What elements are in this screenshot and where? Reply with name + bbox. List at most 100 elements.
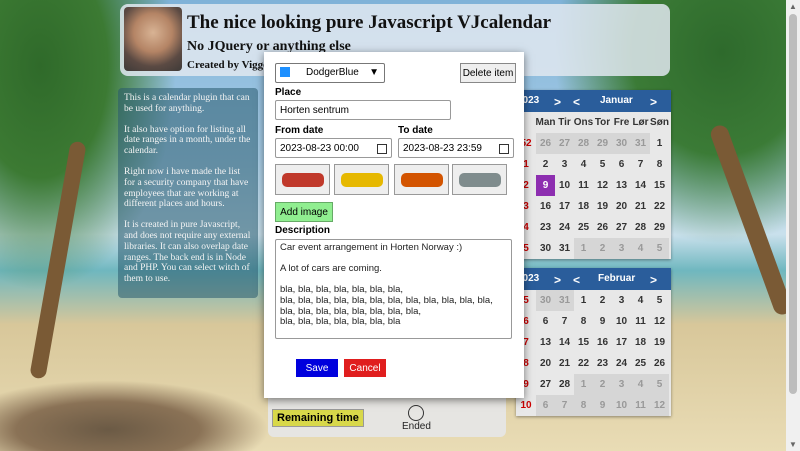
calendar-day[interactable]: 2	[593, 290, 612, 311]
calendar-day[interactable]: 4	[574, 154, 593, 175]
calendar-day[interactable]: 31	[555, 290, 574, 311]
color-select[interactable]: DodgerBlue ▼	[275, 63, 385, 83]
calendar-day[interactable]: 16	[536, 196, 555, 217]
calendar-day[interactable]: 30	[612, 133, 631, 154]
calendar-day[interactable]: 6	[536, 395, 555, 416]
car-image-thumbnail[interactable]	[275, 164, 330, 195]
delete-item-button[interactable]: Delete item	[460, 63, 516, 83]
calendar-day[interactable]: 29	[650, 217, 669, 238]
calendar-day[interactable]: 18	[574, 196, 593, 217]
next-year-button[interactable]: >	[554, 95, 561, 109]
calendar-day[interactable]: 27	[612, 217, 631, 238]
calendar-day[interactable]: 1	[574, 290, 593, 311]
calendar-day[interactable]: 28	[574, 133, 593, 154]
calendar-day[interactable]: 25	[631, 353, 650, 374]
prev-month-button[interactable]: <	[573, 95, 580, 109]
cancel-button[interactable]: Cancel	[344, 359, 386, 377]
calendar-day[interactable]: 12	[650, 311, 669, 332]
calendar-day[interactable]: 10	[612, 311, 631, 332]
calendar-day[interactable]: 10	[612, 395, 631, 416]
calendar-day[interactable]: 1	[574, 238, 593, 259]
calendar-day[interactable]: 12	[650, 395, 669, 416]
calendar-day[interactable]: 15	[650, 175, 669, 196]
calendar-day[interactable]: 30	[536, 290, 555, 311]
calendar-day[interactable]: 5	[650, 374, 669, 395]
calendar-day[interactable]: 18	[631, 332, 650, 353]
calendar-icon[interactable]	[377, 144, 387, 154]
calendar-day[interactable]: 15	[574, 332, 593, 353]
calendar-day[interactable]: 20	[612, 196, 631, 217]
calendar-day[interactable]: 4	[631, 238, 650, 259]
prev-month-button[interactable]: <	[573, 273, 580, 287]
calendar-day[interactable]: 11	[574, 175, 593, 196]
calendar-day[interactable]: 4	[631, 290, 650, 311]
calendar-day[interactable]: 20	[536, 353, 555, 374]
calendar-day[interactable]: 17	[612, 332, 631, 353]
calendar-day[interactable]: 13	[536, 332, 555, 353]
calendar-day[interactable]: 26	[650, 353, 669, 374]
calendar-day[interactable]: 29	[593, 133, 612, 154]
calendar-day[interactable]: 4	[631, 374, 650, 395]
calendar-day[interactable]: 21	[555, 353, 574, 374]
calendar-day[interactable]: 8	[650, 154, 669, 175]
car-image-thumbnail[interactable]	[334, 164, 389, 195]
save-button[interactable]: Save	[296, 359, 338, 377]
calendar-day[interactable]: 5	[593, 154, 612, 175]
calendar-day[interactable]: 19	[593, 196, 612, 217]
calendar-day[interactable]: 27	[555, 133, 574, 154]
calendar-day[interactable]: 7	[555, 311, 574, 332]
car-image-thumbnail[interactable]	[394, 164, 449, 195]
place-input[interactable]: Horten sentrum	[275, 100, 451, 120]
calendar-day[interactable]: 17	[555, 196, 574, 217]
from-date-input[interactable]: 2023-08-23 00:00	[275, 138, 392, 158]
calendar-icon[interactable]	[499, 144, 509, 154]
calendar-day[interactable]: 5	[650, 290, 669, 311]
calendar-day[interactable]: 25	[574, 217, 593, 238]
calendar-day[interactable]: 5	[650, 238, 669, 259]
calendar-day[interactable]: 6	[536, 311, 555, 332]
calendar-day[interactable]: 31	[631, 133, 650, 154]
calendar-day[interactable]: 21	[631, 196, 650, 217]
calendar-day[interactable]: 12	[593, 175, 612, 196]
calendar-day[interactable]: 26	[593, 217, 612, 238]
calendar-day[interactable]: 6	[612, 154, 631, 175]
calendar-day[interactable]: 3	[612, 290, 631, 311]
calendar-day[interactable]: 23	[536, 217, 555, 238]
add-image-button[interactable]: Add image	[275, 202, 333, 222]
calendar-day[interactable]: 26	[536, 133, 555, 154]
scroll-down-icon[interactable]: ▼	[789, 440, 797, 449]
calendar-day[interactable]: 31	[555, 238, 574, 259]
calendar-day[interactable]: 10	[555, 175, 574, 196]
calendar-day[interactable]: 1	[650, 133, 669, 154]
calendar-day[interactable]: 1	[574, 374, 593, 395]
calendar-day[interactable]: 9	[593, 395, 612, 416]
page-scrollbar[interactable]: ▲ ▼	[786, 0, 800, 451]
calendar-day[interactable]: 3	[612, 374, 631, 395]
calendar-day[interactable]: 2	[536, 154, 555, 175]
calendar-day[interactable]: 8	[574, 311, 593, 332]
calendar-day[interactable]: 22	[574, 353, 593, 374]
next-month-button[interactable]: >	[650, 95, 657, 109]
calendar-day[interactable]: 11	[631, 395, 650, 416]
calendar-day[interactable]: 28	[555, 374, 574, 395]
calendar-day[interactable]: 14	[555, 332, 574, 353]
calendar-day[interactable]: 2	[593, 374, 612, 395]
scrollbar-thumb[interactable]	[789, 14, 797, 394]
calendar-day[interactable]: 13	[612, 175, 631, 196]
calendar-day[interactable]: 27	[536, 374, 555, 395]
to-date-input[interactable]: 2023-08-23 23:59	[398, 138, 514, 158]
scroll-up-icon[interactable]: ▲	[789, 2, 797, 11]
calendar-day[interactable]: 3	[612, 238, 631, 259]
calendar-day[interactable]: 24	[555, 217, 574, 238]
calendar-day[interactable]: 9	[593, 311, 612, 332]
calendar-day[interactable]: 11	[631, 311, 650, 332]
next-month-button[interactable]: >	[650, 273, 657, 287]
description-textarea[interactable]: Car event arrangement in Horten Norway :…	[275, 239, 512, 339]
calendar-day[interactable]: 7	[555, 395, 574, 416]
car-image-thumbnail[interactable]	[452, 164, 507, 195]
calendar-day[interactable]: 23	[593, 353, 612, 374]
calendar-day[interactable]: 3	[555, 154, 574, 175]
calendar-day[interactable]: 7	[631, 154, 650, 175]
calendar-day[interactable]: 16	[593, 332, 612, 353]
calendar-day[interactable]: 8	[574, 395, 593, 416]
